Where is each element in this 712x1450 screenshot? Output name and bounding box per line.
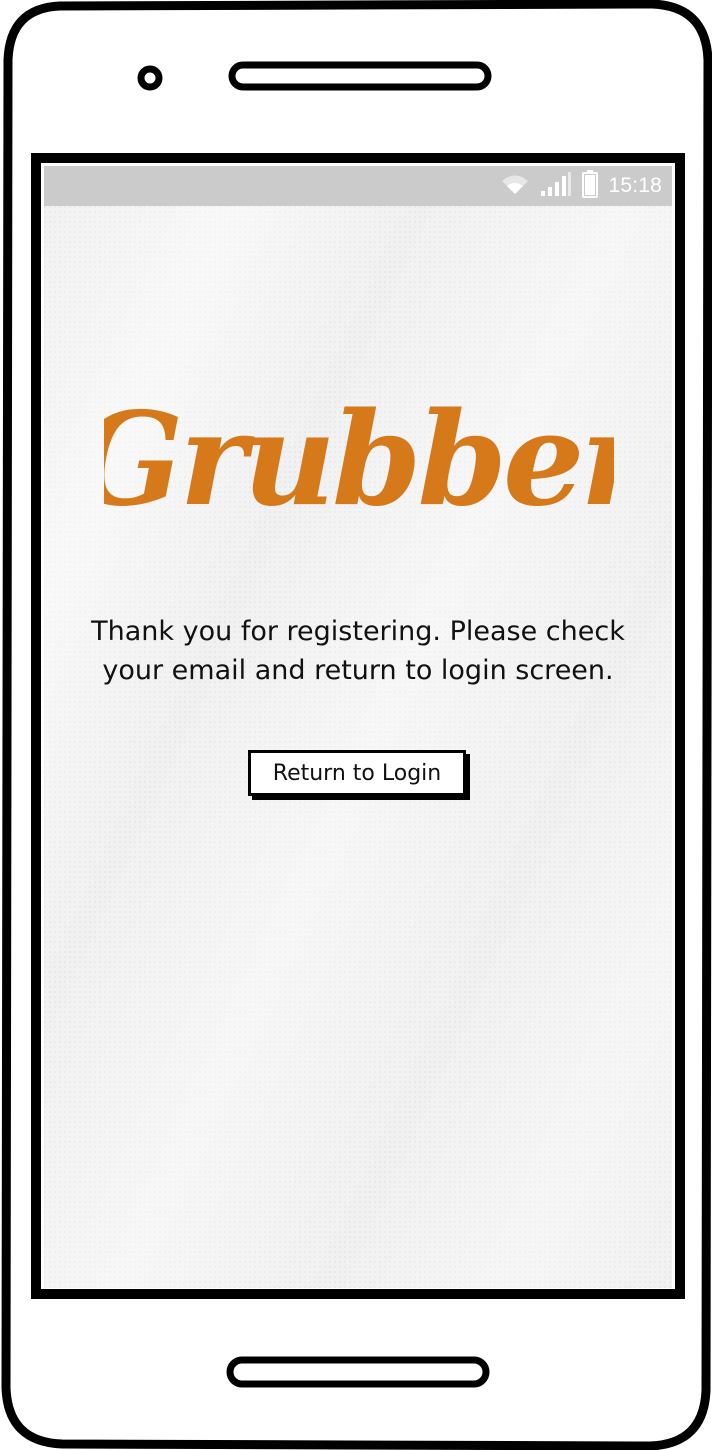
return-to-login-button[interactable]: Return to Login (248, 750, 466, 796)
app-screen: 15:18 Grubber Thank you for registering.… (44, 166, 672, 1288)
cell-signal-icon (540, 171, 572, 201)
registration-message: Thank you for registering. Please check … (91, 616, 625, 686)
battery-icon (582, 170, 599, 202)
wifi-icon (500, 172, 530, 200)
logo-text: Grubber (104, 386, 614, 535)
phone-device: 15:18 Grubber Thank you for registering.… (0, 0, 712, 1450)
status-time: 15:18 (608, 174, 662, 197)
status-bar: 15:18 (44, 166, 672, 206)
grubber-logo: Grubber (104, 386, 614, 535)
status-icons: 15:18 (500, 170, 662, 202)
